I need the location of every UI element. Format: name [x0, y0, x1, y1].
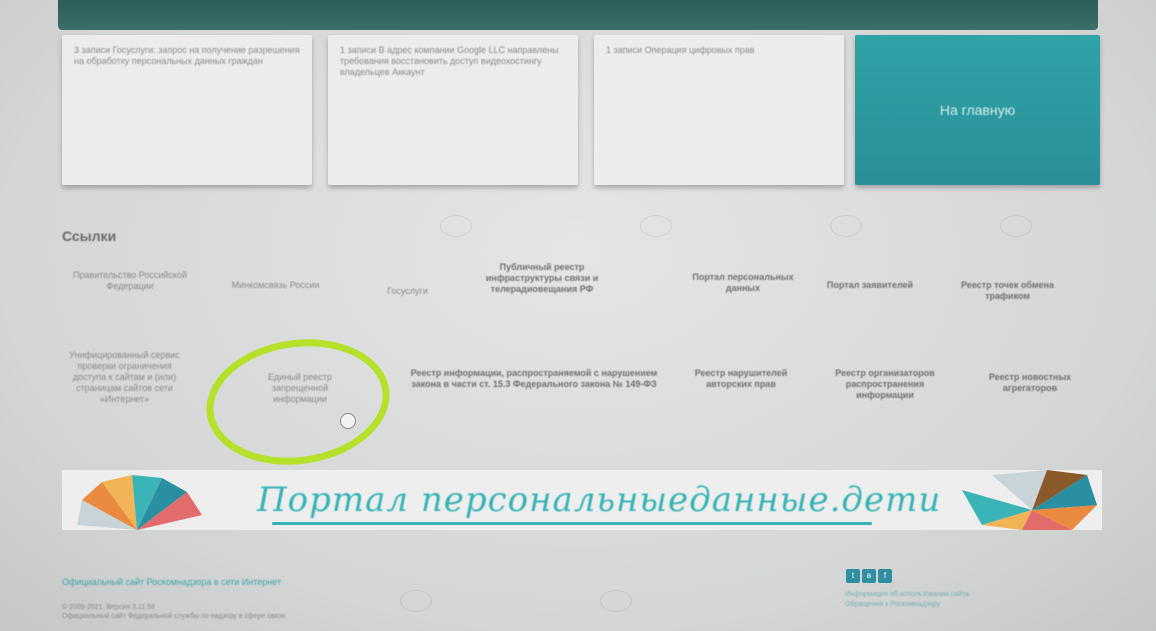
- background-pattern: [400, 590, 432, 612]
- link-aggregators-registry[interactable]: Реестр новостных агрегаторов: [985, 372, 1075, 394]
- background-pattern: [640, 215, 672, 237]
- footer-right-links: Информация об использовании сайта Обраще…: [845, 590, 969, 610]
- link-mincomsvyaz[interactable]: Минкомсвязь России: [228, 280, 323, 291]
- link-infrastructure-registry[interactable]: Публичный реестр инфраструктуры связи и …: [472, 262, 612, 295]
- news-card-text: 1 записи В адрес компании Google LLC нап…: [340, 45, 559, 77]
- news-card[interactable]: 1 записи В адрес компании Google LLC нап…: [328, 35, 578, 185]
- footer-copyright: © 2009-2021, Версия 3.11.58 Официальный …: [62, 603, 285, 621]
- link-access-check[interactable]: Унифицированный сервис проверки ограниче…: [62, 350, 187, 405]
- links-heading: Ссылки: [62, 228, 117, 244]
- right-fan-logo-icon: [962, 470, 1097, 530]
- mouse-cursor-icon: [340, 413, 356, 429]
- highlight-circle: [198, 327, 398, 477]
- link-violation-registry[interactable]: Реестр информации, распространяемой с на…: [398, 368, 670, 390]
- news-card[interactable]: 1 записи Операция цифровых прав: [594, 35, 844, 185]
- news-card-text: 1 записи Операция цифровых прав: [606, 45, 755, 55]
- footer-info-link[interactable]: Информация об использовании сайта: [845, 590, 969, 600]
- background-pattern: [600, 590, 632, 612]
- banner-title: Портал персональныеданные.дети: [257, 480, 942, 520]
- banner-underline: [272, 522, 872, 525]
- link-applicants-portal[interactable]: Портал заявителей: [820, 280, 920, 291]
- background-pattern: [440, 215, 472, 237]
- background-pattern: [1000, 215, 1032, 237]
- social-links: t в f: [846, 569, 892, 583]
- news-card-text: 3 записи Госуслуги: запрос на получение …: [74, 45, 300, 66]
- link-organizers-registry[interactable]: Реестр организаторов распространения инф…: [820, 368, 950, 401]
- link-traffic-points[interactable]: Реестр точек обмена трафиком: [940, 280, 1075, 302]
- home-button[interactable]: На главную: [855, 35, 1100, 185]
- link-government[interactable]: Правительство Российской Федерации: [70, 270, 190, 292]
- news-card[interactable]: 3 записи Госуслуги: запрос на получение …: [62, 35, 312, 185]
- link-copyright-registry[interactable]: Реестр нарушителей авторских прав: [690, 368, 792, 390]
- link-gosuslugi[interactable]: Госуслуги: [370, 286, 445, 297]
- facebook-icon[interactable]: f: [878, 569, 892, 583]
- pd-kids-banner[interactable]: Портал персональныеданные.дети: [62, 470, 1102, 530]
- footer-site-link[interactable]: Официальный сайт Роскомнадзора в сети Ин…: [62, 577, 281, 587]
- link-pd-portal[interactable]: Портал персональных данных: [688, 272, 798, 294]
- left-fan-logo-icon: [77, 475, 202, 530]
- monitor-photo: 3 записи Госуслуги: запрос на получение …: [0, 0, 1156, 631]
- copyright-text: © 2009-2021, Версия 3.11.58: [62, 604, 155, 611]
- header-bar: [58, 0, 1098, 30]
- footer-appeal-link[interactable]: Обращения к Роскомнадзору: [845, 600, 969, 610]
- twitter-icon[interactable]: t: [846, 569, 860, 583]
- official-text: Официальный сайт Федеральной службы по н…: [62, 613, 286, 620]
- home-button-label: На главную: [939, 102, 1016, 118]
- background-pattern: [830, 215, 862, 237]
- vk-icon[interactable]: в: [862, 569, 876, 583]
